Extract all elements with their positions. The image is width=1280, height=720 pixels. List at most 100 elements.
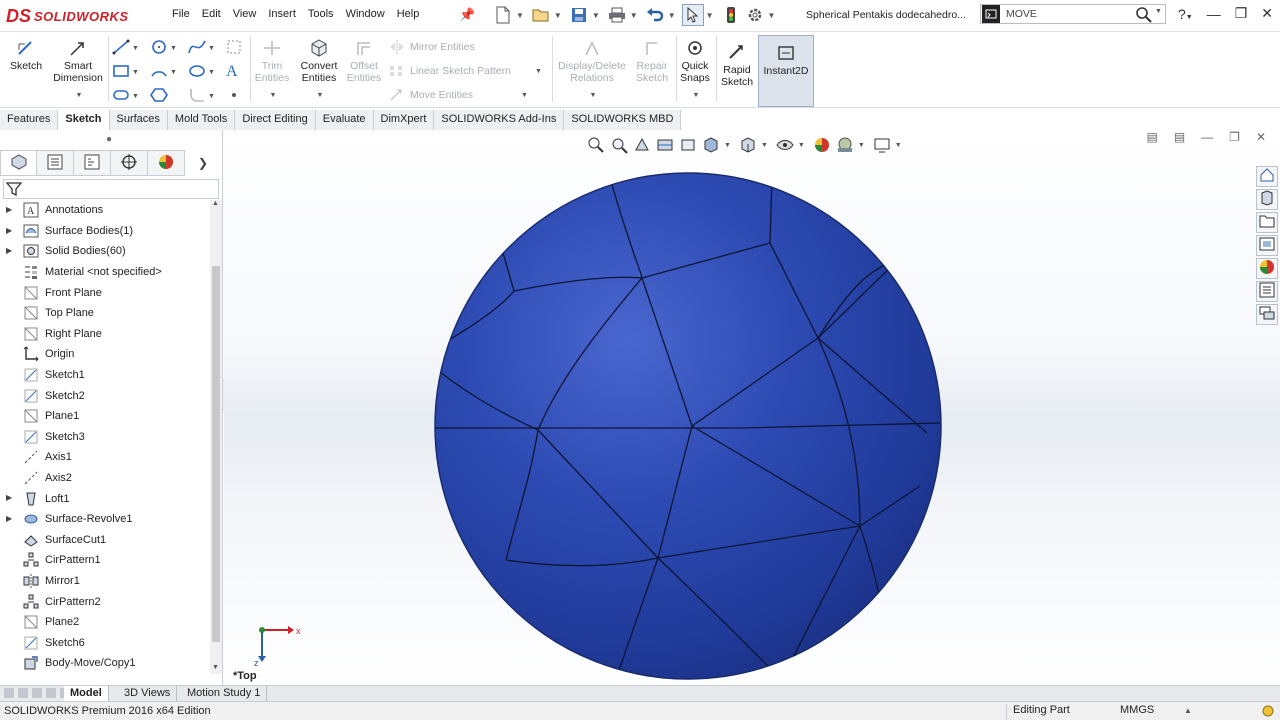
instant2d-button[interactable]: Instant2D <box>758 35 814 107</box>
unit-system[interactable]: MMGS <box>1120 704 1154 716</box>
trim-entities-button[interactable]: Trim Entities ▼ <box>252 38 292 102</box>
tree-item[interactable]: ▶ Loft1 <box>0 488 210 509</box>
tab-model[interactable]: Model <box>64 686 109 701</box>
smart-dimension-button[interactable]: Smart Dimension ▼ <box>50 38 106 102</box>
arc-tool[interactable]: ▼ <box>150 62 180 82</box>
rapid-sketch-button[interactable]: Rapid Sketch <box>718 42 756 88</box>
tree-item[interactable]: Sketch6 <box>0 632 210 653</box>
file-explorer-tab[interactable] <box>1256 212 1278 233</box>
save-icon[interactable] <box>568 4 590 26</box>
tab-solidworks-add-ins[interactable]: SOLIDWORKS Add-Ins <box>434 110 565 130</box>
tree-item[interactable]: Body-Move/Copy1 <box>0 653 210 674</box>
tab-3d-views[interactable]: 3D Views <box>118 686 178 701</box>
viewport-restore-icon[interactable]: ❐ <box>1229 130 1240 144</box>
spline-tool[interactable]: ▼ <box>188 38 218 58</box>
tab-sketch[interactable]: Sketch <box>58 110 110 130</box>
solidworks-resources-tab[interactable] <box>1256 166 1278 187</box>
menu-tools[interactable]: Tools <box>302 8 340 20</box>
search-icon[interactable] <box>1135 6 1153 27</box>
pin-icon[interactable]: 📌 <box>459 7 475 23</box>
view-settings-icon[interactable] <box>872 136 892 154</box>
tab-navigation-arrows[interactable] <box>4 688 70 698</box>
apply-scene-icon[interactable] <box>835 136 855 154</box>
print-dropdown-icon[interactable]: ▼ <box>630 11 638 20</box>
circle-tool[interactable]: ▼ <box>150 38 180 58</box>
zoom-to-fit-icon[interactable] <box>586 136 606 154</box>
tree-item[interactable]: Right Plane <box>0 324 210 345</box>
rectangle-tool[interactable]: ▼ <box>112 62 142 82</box>
smart-dimension-dropdown-icon[interactable]: ▼ <box>52 90 106 102</box>
feature-tree-scrollbar[interactable]: ▲ ▼ <box>210 200 222 674</box>
custom-properties-tab[interactable] <box>1256 281 1278 302</box>
tree-item[interactable]: ▶ Solid Bodies(60) <box>0 241 210 262</box>
expand-arrow-icon[interactable]: ▶ <box>6 226 12 235</box>
tree-item[interactable]: Sketch3 <box>0 427 210 448</box>
select-dropdown-icon[interactable]: ▼ <box>706 11 714 20</box>
mirror-entities-button[interactable]: Mirror Entities <box>388 39 475 55</box>
tab-direct-editing[interactable]: Direct Editing <box>235 110 316 130</box>
save-dropdown-icon[interactable]: ▼ <box>592 11 600 20</box>
move-entities-button[interactable]: Move Entities ▼ <box>388 87 528 103</box>
tab-mold-tools[interactable]: Mold Tools <box>167 110 236 130</box>
viewport-close-icon[interactable]: ✕ <box>1256 130 1266 144</box>
help-icon[interactable]: ?▼ <box>1178 6 1193 22</box>
repair-sketch-button[interactable]: Repair Sketch <box>632 38 672 84</box>
zoom-to-area-icon[interactable] <box>609 136 629 154</box>
new-document-icon[interactable] <box>492 4 514 26</box>
menu-window[interactable]: Window <box>340 8 391 20</box>
previous-view-icon[interactable]: ▤ <box>1146 130 1157 144</box>
convert-entities-button[interactable]: Convert Entities ▼ <box>296 38 342 102</box>
tab-surfaces[interactable]: Surfaces <box>109 110 168 130</box>
offset-entities-button[interactable]: Offset Entities <box>344 38 384 84</box>
tab-solidworks-mbd[interactable]: SOLIDWORKS MBD <box>564 110 682 130</box>
menu-help[interactable]: Help <box>391 8 426 20</box>
edit-appearance-icon[interactable] <box>812 136 832 154</box>
tree-item[interactable]: ▶ Surface Bodies(1) <box>0 221 210 242</box>
tree-item[interactable]: CirPattern2 <box>0 591 210 612</box>
restore-icon[interactable]: ❐ <box>1235 5 1248 22</box>
tree-item[interactable]: Sketch2 <box>0 385 210 406</box>
fillet-tool[interactable]: ▼ <box>188 86 218 106</box>
options-dropdown-icon[interactable]: ▼ <box>768 11 776 20</box>
polygon-tool[interactable] <box>150 86 180 106</box>
menu-view[interactable]: View <box>227 8 263 20</box>
open-dropdown-icon[interactable]: ▼ <box>554 11 562 20</box>
line-tool[interactable]: ▼ <box>112 38 142 58</box>
expand-arrow-icon[interactable]: ▶ <box>6 205 12 214</box>
tree-item[interactable]: Plane1 <box>0 406 210 427</box>
rebuild-traffic-light-icon[interactable] <box>720 4 742 26</box>
new-dropdown-icon[interactable]: ▼ <box>516 11 524 20</box>
view-palette-tab[interactable] <box>1256 235 1278 256</box>
tab-evaluate[interactable]: Evaluate <box>315 110 374 130</box>
minimize-icon[interactable]: — <box>1207 6 1221 22</box>
dimxpert-manager-tab[interactable] <box>111 150 148 176</box>
dynamic-annotation-views-icon[interactable] <box>678 136 698 154</box>
expand-arrow-icon[interactable]: ▶ <box>6 246 12 255</box>
solidworks-logo[interactable]: DS SOLIDWORKS <box>6 2 144 30</box>
rebuild-status-icon[interactable] <box>1261 703 1275 720</box>
tree-item[interactable]: Sketch1 <box>0 365 210 386</box>
search-commands-box[interactable]: ▼ <box>980 4 1166 24</box>
hide-show-items-icon[interactable] <box>775 136 795 154</box>
menu-edit[interactable]: Edit <box>196 8 227 20</box>
tree-item[interactable]: Axis2 <box>0 468 210 489</box>
tree-item[interactable]: Plane2 <box>0 612 210 633</box>
expand-arrow-icon[interactable]: ▶ <box>6 514 12 523</box>
tree-item[interactable]: Top Plane <box>0 303 210 324</box>
tab-dimxpert[interactable]: DimXpert <box>373 110 435 130</box>
options-gear-icon[interactable] <box>744 4 766 26</box>
tree-item[interactable]: Mirror1 <box>0 571 210 592</box>
menu-insert[interactable]: Insert <box>262 8 302 20</box>
print-icon[interactable] <box>606 4 628 26</box>
configuration-manager-tab[interactable] <box>74 150 111 176</box>
appearances-scenes-tab[interactable] <box>1256 258 1278 279</box>
tree-item[interactable]: ▶ Surface-Revolve1 <box>0 509 210 530</box>
design-library-tab[interactable] <box>1256 189 1278 210</box>
unit-dropdown-icon[interactable]: ▲ <box>1184 706 1192 715</box>
select-arrow-icon[interactable] <box>681 4 704 26</box>
graphics-area[interactable]: ▤ ▤ — ❐ ✕ ▼ ▼ ▼ ▼ ▼ x z *Top <box>224 130 1280 685</box>
expand-arrow-icon[interactable]: ▶ <box>6 493 12 502</box>
open-folder-icon[interactable] <box>530 4 552 26</box>
previous-view-tool-icon[interactable] <box>632 136 652 154</box>
scrollbar-thumb[interactable] <box>212 266 220 642</box>
